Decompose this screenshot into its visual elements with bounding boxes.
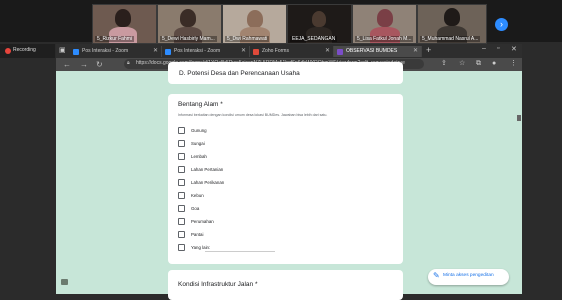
checkbox[interactable] [178,179,185,186]
participant-silhouette [247,10,263,28]
close-icon[interactable]: ✕ [153,46,158,57]
lock-icon[interactable]: 🔒︎ [127,60,130,66]
forward-icon[interactable]: → [80,58,88,71]
recording-label: Recording [13,47,36,53]
option-label: Goa [191,206,200,211]
participant-silhouette [444,8,460,26]
pencil-icon: ✎ [433,271,440,280]
checkbox[interactable] [178,244,185,251]
participant-tile[interactable]: 5_Muhammad Nasrul A... [417,4,487,44]
zoom-icon [165,49,171,55]
checkbox[interactable] [178,127,185,134]
tab-label: OBSERVASI BUMDES [346,48,398,54]
close-window-icon[interactable]: ✕ [511,45,517,53]
option-label: Sungai [191,141,205,146]
maximize-icon[interactable]: ▫ [497,45,499,52]
participant-name: 5_Lisa Fatkul Jonah M... [355,36,414,42]
participant-name: EEJA_SEDANGAN [290,36,338,42]
next-page-icon[interactable]: › [495,18,508,31]
participant-tile[interactable]: 5_Lisa Fatkul Jonah M... [352,4,417,44]
close-icon[interactable]: ✕ [413,46,418,57]
reload-icon[interactable]: ↻ [96,58,103,71]
tab-label: Pos Interaksi - Zoom [174,48,221,54]
question-title: Kondisi Infrastruktur Jalan * [178,281,258,288]
participant-tile[interactable]: 5_Rizkur Fahmi [92,4,157,44]
bookmark-star-icon[interactable]: ☆ [459,59,465,69]
record-dot-icon [5,48,11,54]
option-label: Gunung [191,128,207,133]
question-title: Bentang Alam * [178,101,223,108]
zoho-icon [253,49,259,55]
close-icon[interactable]: ✕ [241,46,246,57]
checkbox[interactable] [178,231,185,238]
tab-observasi-bumdes[interactable]: OBSERVASI BUMDES ✕ [334,46,422,57]
option-label: Lahan Pertanian [191,167,224,172]
participant-silhouette [115,9,131,27]
tab-zoho-forms[interactable]: Zoho Forms ✕ [250,46,334,57]
chat-icon[interactable] [61,279,68,285]
checkbox[interactable] [178,192,185,199]
question-card [168,94,403,264]
participant-tile[interactable]: EEJA_SEDANGAN [287,4,352,44]
new-tab-button[interactable]: + [426,45,431,55]
checkbox[interactable] [178,140,185,147]
checkbox[interactable] [178,153,185,160]
participant-silhouette [377,9,393,27]
participant-name: 5_Dwi Rahmawati [225,36,270,42]
tab-label: Zoho Forms [262,48,289,54]
back-icon[interactable]: ← [63,58,71,71]
other-text-input[interactable] [205,251,275,252]
scrollbar[interactable] [517,115,521,121]
tab-zoom-1[interactable]: Pos Interaksi - Zoom ✕ [70,46,162,57]
participant-name: 5_Rizkur Fahmi [95,36,135,42]
tab-label: Pos Interaksi - Zoom [82,48,129,54]
option-label: Lembah [191,154,207,159]
option-label: Kebun [191,193,204,198]
question-description: Informasi berkaitan dengan kondisi umum … [178,113,328,117]
participant-tile[interactable]: 5_Dwi Rahmawati [222,4,287,44]
extensions-icon[interactable]: ⧉ [476,59,481,69]
checkbox[interactable] [178,166,185,173]
close-icon[interactable]: ✕ [325,46,330,57]
option-label: Yang lain: [191,245,211,250]
participant-name: 5_Dewi Hasbirly Mam... [160,36,217,42]
section-heading: D. Potensi Desa dan Perencanaan Usaha [179,70,300,77]
participant-silhouette [312,11,326,27]
tab-zoom-2[interactable]: Pos Interaksi - Zoom ✕ [162,46,250,57]
share-icon[interactable]: ⇪ [441,59,447,69]
google-forms-icon [337,49,343,55]
profile-icon[interactable]: ● [492,59,496,69]
participant-tile[interactable]: 5_Dewi Hasbirly Mam... [157,4,222,44]
option-label: Perumahan [191,219,214,224]
checkbox[interactable] [178,205,185,212]
participant-name: 5_Muhammad Nasrul A... [420,36,481,42]
request-edit-label: Minta akses pengeditan [443,273,494,278]
option-label: Lahan Perikanan [191,180,225,185]
minimize-icon[interactable]: – [482,45,486,52]
option-label: Pantai [191,232,204,237]
participant-silhouette [180,9,196,27]
zoom-icon [73,49,79,55]
checkbox[interactable] [178,218,185,225]
menu-icon[interactable]: ⋮ [510,59,517,69]
tab-search-icon[interactable]: ▣ [59,46,66,54]
